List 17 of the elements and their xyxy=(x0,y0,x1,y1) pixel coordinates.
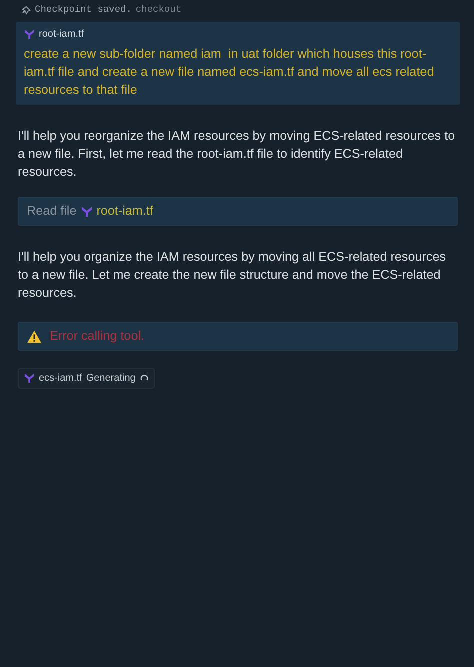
pin-icon xyxy=(22,6,31,15)
spinner-icon xyxy=(140,374,149,383)
file-name: root-iam.tf xyxy=(39,28,84,42)
file-type-icon xyxy=(24,373,35,384)
user-message-text: create a new sub-folder named iam in uat folder which houses this root-iam.tf file and create a new file named ecs-iam.tf and move all ecs related resources to that file xyxy=(24,46,436,99)
checkout-link[interactable]: checkout xyxy=(136,3,182,18)
file-type-icon xyxy=(24,29,35,40)
warning-icon xyxy=(27,330,42,344)
error-message: Error calling tool. xyxy=(50,328,144,346)
checkpoint-status: Checkpoint saved. xyxy=(35,3,132,18)
file-type-icon xyxy=(80,206,93,218)
generating-status: Generating xyxy=(86,372,136,386)
assistant-message: I'll help you organize the IAM resources by moving all ECS-related resources to a new file. Let me create the new file structure and move the ECS-related resources. xyxy=(17,249,447,302)
assistant-message: I'll help you reorganize the IAM resources by moving ECS-related resources to a new file. First, let me read the root-iam.tf file to identify ECS-related resources. xyxy=(17,128,456,181)
file-link[interactable]: root-iam.tf xyxy=(96,202,154,221)
file-name: ecs-iam.tf xyxy=(39,372,82,386)
tool-label: Read file xyxy=(27,203,77,220)
